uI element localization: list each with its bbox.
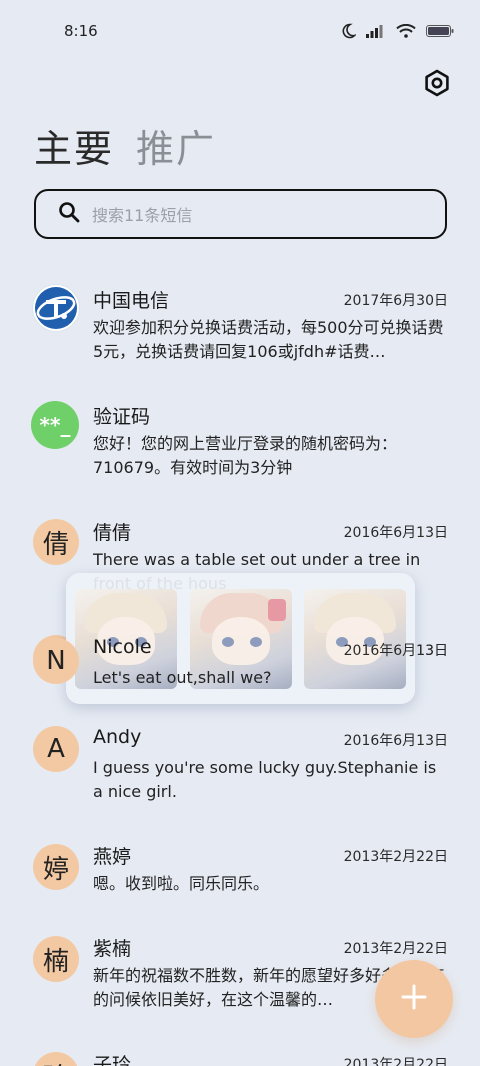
- message-date: 2017年6月30日: [343, 293, 448, 309]
- list-item-overlay-text: N Nicole 2016年6月13日 Let's eat out,shall …: [0, 618, 480, 698]
- contact-name: 中国电信: [93, 290, 170, 312]
- compose-button[interactable]: [375, 960, 453, 1038]
- contact-name: 倩倩: [93, 522, 132, 544]
- message-preview: 嗯。收到啦。同乐同乐。: [93, 874, 270, 893]
- settings-button[interactable]: [422, 68, 452, 98]
- contact-name: Andy: [93, 726, 142, 748]
- contact-name: Nicole: [93, 636, 152, 658]
- avatar: N: [33, 638, 79, 684]
- contact-name: 紫楠: [93, 938, 132, 960]
- search-icon: [58, 201, 92, 227]
- message-date: 2013年2月22日: [343, 941, 448, 957]
- avatar: A: [33, 726, 79, 772]
- list-item[interactable]: 中国电信 2017年6月30日 欢迎参加积分兑换话费活动，每500分可兑换话费5…: [0, 268, 480, 382]
- status-time: 8:16: [64, 22, 98, 40]
- message-preview: 欢迎参加积分兑换话费活动，每500分可兑换话费5元，兑换话费请回复106或jfd…: [93, 318, 444, 361]
- wifi-icon: [396, 24, 416, 38]
- status-icons: [340, 23, 454, 39]
- avatar: 倩: [33, 519, 79, 565]
- gear-icon: [422, 69, 452, 102]
- message-preview: Let's eat out,shall we?: [93, 668, 272, 687]
- message-preview: 您好！您的网上营业厅登录的随机密码为：710679。有效时间为3分钟: [93, 434, 398, 477]
- avatar: 婷: [33, 844, 79, 890]
- avatar: **_: [31, 401, 79, 449]
- plus-icon: [400, 983, 428, 1015]
- message-date: 2013年2月22日: [343, 1057, 448, 1066]
- contact-name: 验证码: [93, 406, 151, 428]
- list-item[interactable]: 婷 燕婷 2013年2月22日 嗯。收到啦。同乐同乐。: [0, 824, 480, 916]
- message-preview: I guess you're some lucky guy.Stephanie …: [93, 758, 437, 801]
- message-date: 2013年2月22日: [343, 849, 448, 865]
- tab-primary[interactable]: 主要: [34, 118, 114, 173]
- telecom-logo-avatar: [32, 284, 80, 332]
- avatar: 楠: [33, 936, 79, 982]
- signal-icon: [366, 24, 386, 38]
- header-tabs: 主要 推广: [34, 118, 216, 173]
- moon-icon: [340, 23, 356, 39]
- search-placeholder: 搜索11条短信: [92, 206, 193, 225]
- telecom-logo-icon: [35, 287, 77, 329]
- message-date: 2016年6月13日: [343, 643, 448, 659]
- list-item[interactable]: A Andy 2016年6月13日 I guess you're some lu…: [0, 708, 480, 824]
- list-item[interactable]: **_ 验证码 您好！您的网上营业厅登录的随机密码为：710679。有效时间为3…: [0, 384, 480, 500]
- message-date: 2016年6月13日: [343, 525, 448, 541]
- contact-name: 子玲: [93, 1054, 132, 1066]
- search-input[interactable]: 搜索11条短信: [34, 189, 447, 239]
- message-date: 2016年6月13日: [343, 733, 448, 749]
- tab-promotions[interactable]: 推广: [136, 118, 216, 173]
- status-bar: 8:16: [0, 0, 480, 62]
- battery-icon: [426, 24, 454, 38]
- avatar: 玲: [33, 1052, 79, 1066]
- contact-name: 燕婷: [93, 846, 132, 868]
